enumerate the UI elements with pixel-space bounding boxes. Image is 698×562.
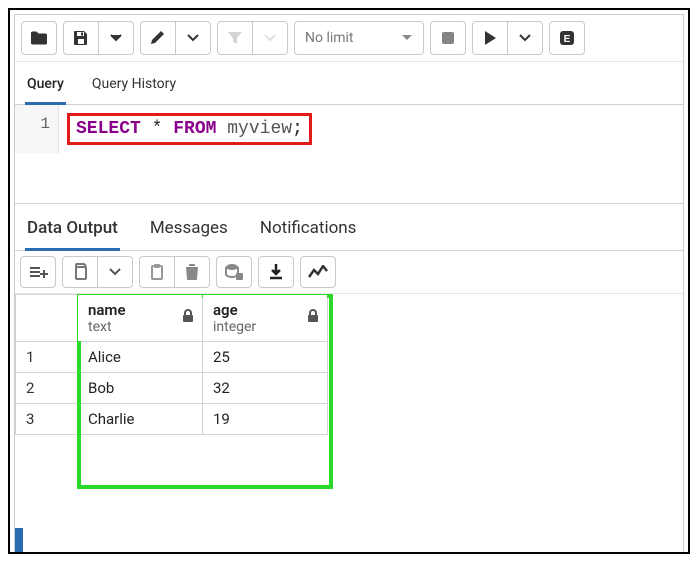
explain-button[interactable]: E xyxy=(549,21,585,55)
chevron-down-icon xyxy=(187,32,199,44)
execute-button[interactable] xyxy=(472,21,508,55)
clipboard-icon xyxy=(149,263,165,281)
chevron-down-icon xyxy=(519,32,531,44)
app-frame: No limit E Query Query History 1 SE xyxy=(8,8,690,554)
tab-query-history[interactable]: Query History xyxy=(90,70,178,104)
accent-bar xyxy=(15,528,23,552)
chevron-down-icon xyxy=(264,32,276,44)
table-row[interactable]: 2 Bob 32 xyxy=(16,373,328,404)
lock-icon xyxy=(307,309,319,323)
chart-icon xyxy=(308,265,328,279)
row-limit-label: No limit xyxy=(305,30,354,46)
svg-text:E: E xyxy=(564,34,571,45)
edit-button[interactable] xyxy=(140,21,176,55)
tab-query[interactable]: Query xyxy=(25,70,66,105)
folder-icon xyxy=(30,30,48,46)
add-row-button[interactable] xyxy=(20,256,56,288)
cell-name[interactable]: Bob xyxy=(78,373,203,404)
line-number: 1 xyxy=(40,115,50,133)
stop-button[interactable] xyxy=(430,21,466,55)
table-row[interactable]: 3 Charlie 19 xyxy=(16,404,328,435)
chevron-down-icon xyxy=(109,266,121,278)
editor-gutter: 1 xyxy=(15,105,59,153)
output-tabs: Data Output Messages Notifications xyxy=(15,203,683,251)
pencil-icon xyxy=(149,29,167,47)
query-highlight-box: SELECT * FROM myview; xyxy=(67,113,312,145)
copy-dropdown-button[interactable] xyxy=(97,256,133,288)
add-row-icon xyxy=(28,264,48,280)
save-data-button[interactable] xyxy=(216,256,252,288)
tab-messages[interactable]: Messages xyxy=(148,210,230,250)
filter-button[interactable] xyxy=(217,21,253,55)
execute-dropdown-button[interactable] xyxy=(507,21,543,55)
edit-dropdown-button[interactable] xyxy=(175,21,211,55)
save-button[interactable] xyxy=(63,21,99,55)
save-dropdown-button[interactable] xyxy=(98,21,134,55)
open-file-button[interactable] xyxy=(21,21,57,55)
row-number[interactable]: 2 xyxy=(16,373,78,404)
trash-icon xyxy=(185,263,199,281)
row-number[interactable]: 1 xyxy=(16,342,78,373)
caret-down-icon xyxy=(401,33,413,43)
cell-age[interactable]: 25 xyxy=(203,342,328,373)
results-grid-wrap: name text age integer xyxy=(15,294,683,435)
column-header-name[interactable]: name text xyxy=(78,295,203,342)
save-icon xyxy=(73,30,89,46)
table-row[interactable]: 1 Alice 25 xyxy=(16,342,328,373)
cell-age[interactable]: 19 xyxy=(203,404,328,435)
filter-dropdown-button[interactable] xyxy=(252,21,288,55)
results-toolbar xyxy=(15,251,683,294)
results-grid[interactable]: name text age integer xyxy=(15,294,328,435)
download-button[interactable] xyxy=(258,256,294,288)
cell-name[interactable]: Alice xyxy=(78,342,203,373)
copy-button[interactable] xyxy=(62,256,98,288)
query-tabs: Query Query History xyxy=(15,62,683,105)
sql-editor[interactable]: 1 SELECT * FROM myview; xyxy=(15,105,683,153)
chevron-down-icon xyxy=(110,32,122,44)
chart-button[interactable] xyxy=(300,256,336,288)
stop-icon xyxy=(441,31,455,45)
database-save-icon xyxy=(225,263,243,281)
cell-age[interactable]: 32 xyxy=(203,373,328,404)
cell-name[interactable]: Charlie xyxy=(78,404,203,435)
paste-button[interactable] xyxy=(139,256,175,288)
code-area[interactable]: SELECT * FROM myview; xyxy=(59,105,320,153)
copy-icon xyxy=(72,263,88,281)
row-number[interactable]: 3 xyxy=(16,404,78,435)
rownum-header[interactable] xyxy=(16,295,78,342)
filter-icon xyxy=(227,30,243,46)
download-icon xyxy=(269,263,283,281)
row-limit-select[interactable]: No limit xyxy=(294,21,424,55)
tab-data-output[interactable]: Data Output xyxy=(25,210,120,251)
lock-icon xyxy=(182,309,194,323)
tab-notifications[interactable]: Notifications xyxy=(258,210,359,250)
play-icon xyxy=(483,30,497,46)
main-toolbar: No limit E xyxy=(15,15,683,62)
delete-button[interactable] xyxy=(174,256,210,288)
column-header-age[interactable]: age integer xyxy=(203,295,328,342)
explain-icon: E xyxy=(558,29,576,47)
